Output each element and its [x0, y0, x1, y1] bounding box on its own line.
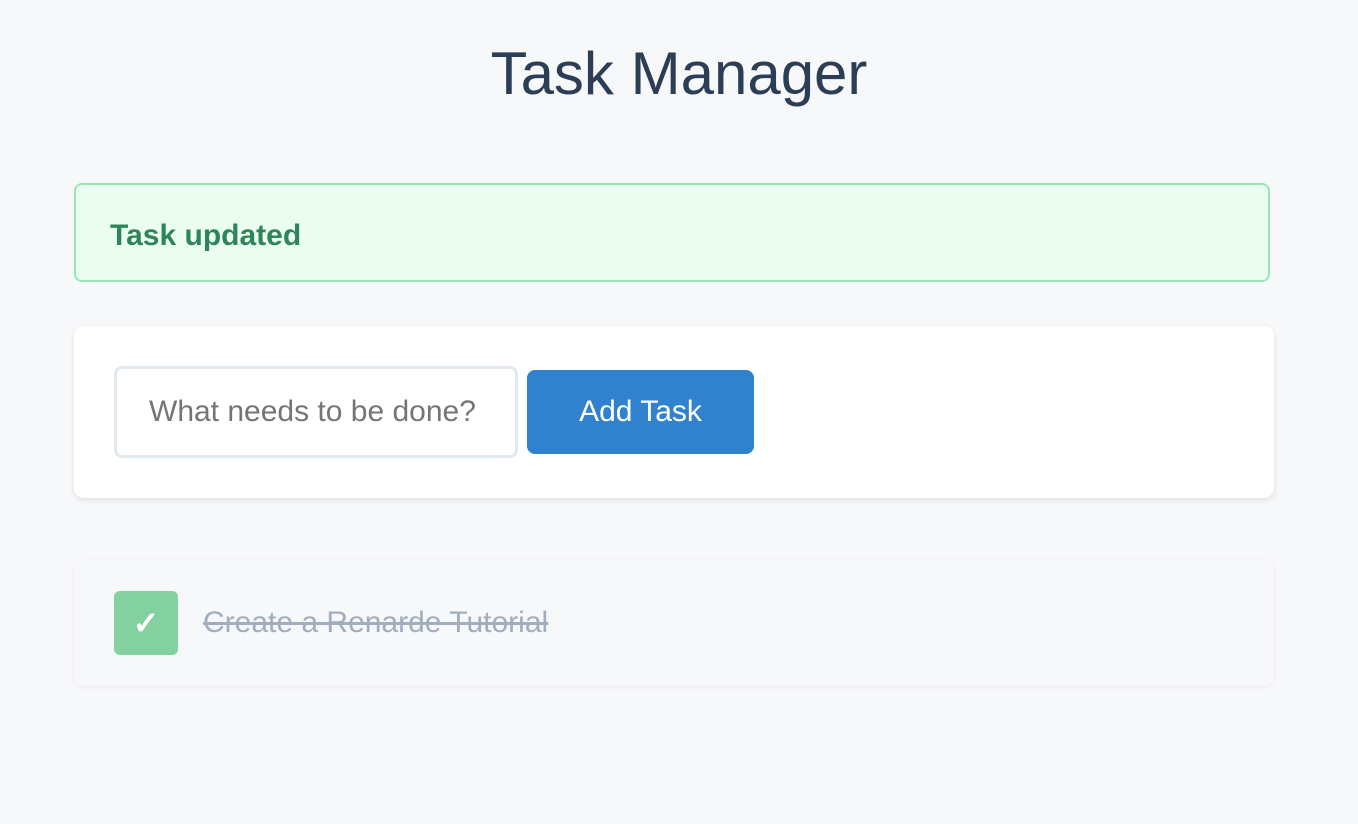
task-complete-checkbox[interactable]: ✓: [114, 591, 178, 655]
page-title: Task Manager: [490, 40, 868, 107]
success-alert: Task updated: [74, 183, 1270, 282]
add-task-form: Add Task: [74, 326, 1274, 498]
add-task-button[interactable]: Add Task: [527, 370, 754, 454]
task-label: Create a Renarde Tutorial: [203, 606, 549, 639]
task-input[interactable]: [114, 366, 518, 458]
task-list-item: ✓ Create a Renarde Tutorial: [74, 559, 1274, 686]
checkmark-icon: ✓: [132, 605, 160, 641]
alert-message: Task updated: [110, 219, 302, 252]
